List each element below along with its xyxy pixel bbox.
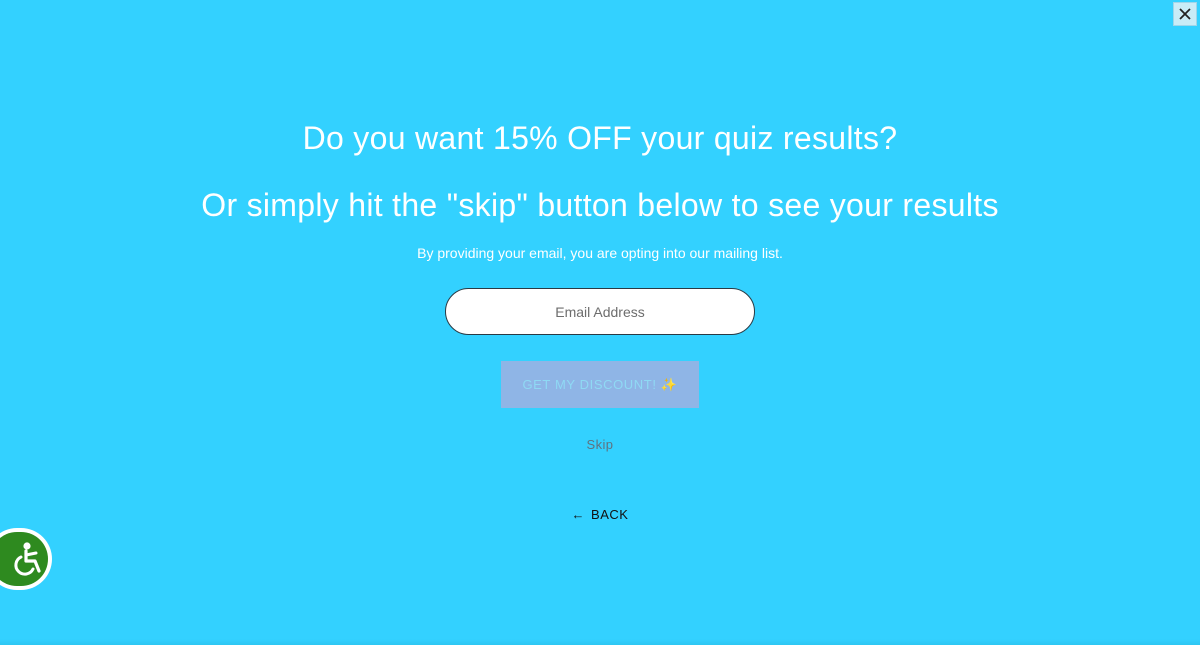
back-link-row: ← BACK (0, 507, 1200, 522)
email-input[interactable] (445, 288, 755, 335)
skip-link[interactable]: Skip (587, 437, 614, 452)
popup-headline: Do you want 15% OFF your quiz results? (302, 120, 898, 156)
accessibility-button-badge (0, 532, 48, 586)
skip-link-row: Skip (0, 437, 1200, 452)
mailing-list-disclaimer: By providing your email, you are opting … (417, 245, 783, 261)
back-arrow-icon: ← (571, 507, 586, 522)
accessibility-icon (14, 542, 41, 576)
close-icon (1179, 8, 1191, 20)
accessibility-button[interactable] (0, 528, 52, 590)
back-link[interactable]: ← BACK (572, 507, 629, 522)
close-button[interactable] (1173, 2, 1197, 26)
back-label: BACK (591, 507, 629, 522)
bottom-edge (0, 639, 1200, 645)
get-discount-button[interactable]: GET MY DISCOUNT! ✨ (501, 361, 699, 408)
popup-subhead: Or simply hit the "skip" button below to… (201, 187, 999, 223)
